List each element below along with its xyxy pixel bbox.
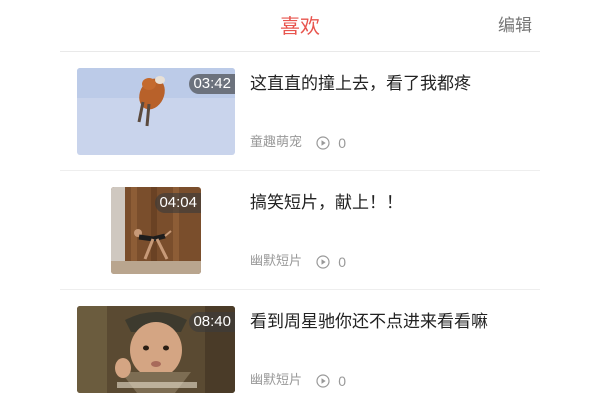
video-list: 03:42 这直直的撞上去，看了我都疼 童趣萌宠 0 04:04 搞笑短片，献上… <box>60 52 540 400</box>
video-list-item[interactable]: 08:40 看到周星驰你还不点进来看看嘛 幽默短片 0 <box>60 290 540 400</box>
video-title[interactable]: 看到周星驰你还不点进来看看嘛 <box>250 310 540 334</box>
video-category: 幽默短片 <box>250 373 303 388</box>
play-count-icon <box>316 374 330 388</box>
video-list-item[interactable]: 03:42 这直直的撞上去，看了我都疼 童趣萌宠 0 <box>60 52 540 171</box>
video-duration: 03:42 <box>189 74 235 94</box>
video-title[interactable]: 这直直的撞上去，看了我都疼 <box>250 72 540 96</box>
video-title[interactable]: 搞笑短片，献上！！ <box>250 191 540 215</box>
favorites-screen: 喜欢 编辑 03:42 这直直的撞上去，看了我都疼 童趣萌宠 0 04:04 搞… <box>0 0 600 400</box>
play-count: 0 <box>338 254 347 270</box>
header-bar: 喜欢 编辑 <box>0 0 600 52</box>
video-duration: 04:04 <box>155 193 201 213</box>
video-category: 幽默短片 <box>250 254 303 269</box>
video-thumbnail[interactable]: 04:04 <box>111 187 201 274</box>
video-meta: 幽默短片 0 <box>250 252 346 272</box>
edit-button[interactable]: 编辑 <box>498 13 532 39</box>
video-thumbnail[interactable]: 03:42 <box>77 68 235 155</box>
video-meta: 幽默短片 0 <box>250 371 346 391</box>
video-thumbnail[interactable]: 08:40 <box>77 306 235 393</box>
play-count-icon <box>316 255 330 269</box>
play-count: 0 <box>338 373 347 389</box>
video-category: 童趣萌宠 <box>250 135 303 150</box>
play-count-icon <box>316 136 330 150</box>
video-list-item[interactable]: 04:04 搞笑短片，献上！！ 幽默短片 0 <box>60 171 540 290</box>
video-meta: 童趣萌宠 0 <box>250 133 346 153</box>
play-count: 0 <box>338 135 347 151</box>
video-duration: 08:40 <box>189 312 235 332</box>
